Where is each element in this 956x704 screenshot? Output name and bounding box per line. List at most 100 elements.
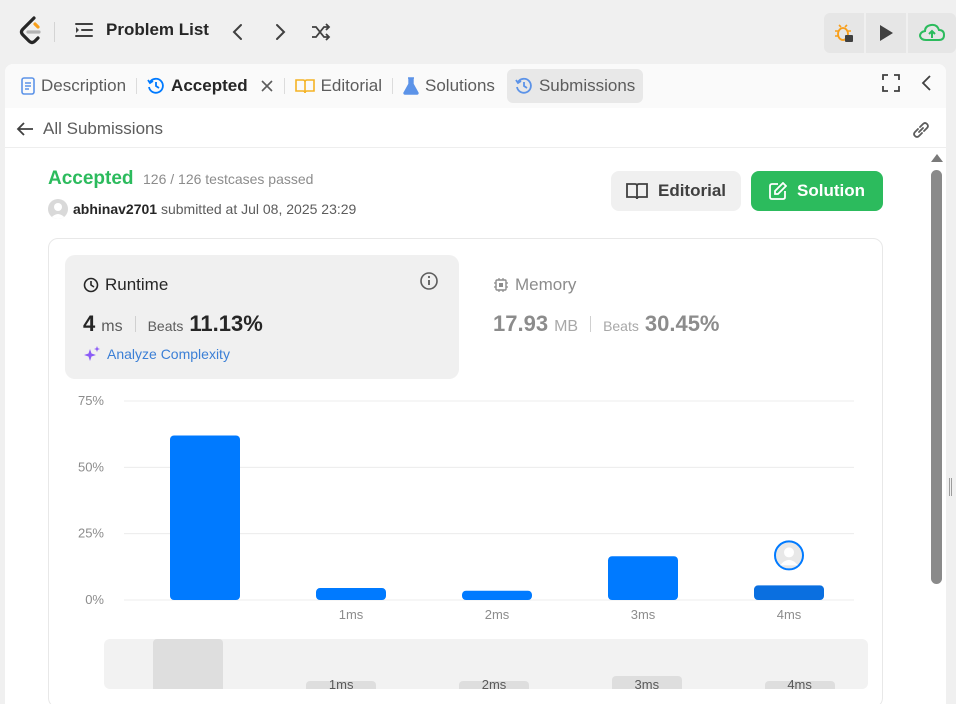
debug-button[interactable] (824, 13, 864, 53)
shuffle-icon[interactable] (310, 22, 332, 42)
minimap-label: 2ms (481, 677, 507, 689)
panel-resize-handle[interactable] (949, 478, 952, 496)
tab-description[interactable]: Description (13, 69, 134, 103)
editorial-button-label: Editorial (657, 181, 726, 200)
runtime-title-label: Runtime (105, 275, 169, 294)
memory-title-label: Memory (515, 275, 577, 294)
chevron-left-icon[interactable] (228, 22, 248, 42)
memory-title[interactable]: Memory (493, 275, 576, 295)
close-icon[interactable] (260, 79, 274, 93)
runtime-beats-label: Beats (147, 318, 184, 334)
tab-submissions-label: Submissions (538, 76, 636, 95)
editorial-button[interactable]: Editorial (611, 171, 741, 211)
submission-header: All Submissions (5, 110, 946, 148)
sparkle-icon (84, 346, 100, 361)
submission-status: Accepted (48, 168, 134, 189)
chevron-right-icon[interactable] (270, 22, 290, 42)
tab-bar: Description Accepted Editorial Solutions… (5, 64, 946, 108)
book-icon (626, 183, 648, 200)
performance-card: Runtime 4 ms Beats 11.13% Analyze Comple… (48, 238, 883, 704)
history-icon (147, 77, 164, 94)
tab-divider (392, 78, 393, 94)
y-tick-label: 75% (78, 393, 104, 408)
divider (54, 22, 55, 42)
panel-controls (882, 74, 936, 92)
minimap-label: 3ms (634, 677, 660, 689)
runtime-value: 4 (83, 311, 96, 336)
solution-button-label: Solution (797, 181, 865, 200)
problem-list-label: Problem List (106, 20, 209, 39)
tab-editorial[interactable]: Editorial (287, 69, 390, 103)
x-tick-label: 4ms (777, 607, 802, 622)
author-name[interactable]: abhinav2701 (73, 201, 157, 217)
chart-bar[interactable] (608, 556, 678, 600)
link-icon[interactable] (910, 119, 932, 141)
x-tick-label: 1ms (339, 607, 364, 622)
submission-panel: Description Accepted Editorial Solutions… (5, 64, 946, 704)
run-controls (824, 13, 956, 53)
top-bar: Problem List (0, 0, 956, 62)
collapse-chevron-icon[interactable] (918, 74, 936, 92)
leetcode-logo[interactable] (18, 16, 44, 46)
runtime-distribution-chart[interactable]: 75% 50% 25% 0% 1ms 2ms 3ms 4ms (49, 389, 882, 639)
book-icon (294, 79, 315, 94)
submitted-time: submitted at Jul 08, 2025 23:29 (160, 201, 357, 217)
memory-beats-value: 30.45% (644, 311, 720, 336)
divider (134, 316, 136, 332)
runtime-panel[interactable]: Runtime 4 ms Beats 11.13% Analyze Comple… (65, 255, 459, 379)
chart-bar[interactable] (170, 435, 240, 600)
runtime-title: Runtime (83, 275, 168, 295)
run-icon (880, 25, 893, 41)
solution-button[interactable]: Solution (751, 171, 883, 211)
tab-divider (283, 78, 285, 94)
x-tick-label: 3ms (631, 607, 656, 622)
analyze-complexity-link[interactable]: Analyze Complexity (83, 345, 230, 363)
submit-button[interactable] (908, 13, 956, 53)
chart-bar[interactable] (316, 588, 386, 600)
list-icon (75, 23, 93, 37)
debug-icon (835, 24, 853, 42)
memory-unit: MB (554, 318, 579, 335)
testcases-passed: 126 / 126 testcases passed (143, 171, 314, 187)
chart-minimap[interactable]: 1ms 2ms 3ms 4ms (104, 639, 868, 689)
minimap-label: 1ms (328, 677, 354, 689)
run-button[interactable] (866, 13, 906, 53)
problem-list-button[interactable]: Problem List (74, 20, 209, 40)
divider (590, 316, 592, 332)
minimap-bar (153, 639, 224, 689)
flask-icon (403, 77, 419, 95)
chip-icon (494, 278, 508, 292)
scrollbar-thumb[interactable] (931, 170, 942, 584)
x-tick-label: 2ms (485, 607, 510, 622)
runtime-beats-value: 11.13% (189, 311, 263, 336)
maximize-icon[interactable] (882, 74, 900, 92)
avatar[interactable] (48, 199, 68, 219)
description-icon (21, 77, 35, 95)
arrow-left-icon[interactable] (15, 119, 35, 139)
clock-icon (83, 277, 99, 293)
tab-accepted[interactable]: Accepted (139, 69, 282, 103)
user-icon (50, 203, 66, 219)
memory-value-row: 17.93 MB Beats 30.45% (493, 311, 720, 337)
runtime-unit: ms (101, 318, 123, 335)
scroll-up-arrow[interactable] (931, 154, 943, 162)
y-tick-label: 50% (78, 459, 104, 474)
runtime-value-row: 4 ms Beats 11.13% (83, 311, 263, 337)
tab-description-label: Description (41, 76, 127, 95)
analyze-complexity-label: Analyze Complexity (107, 346, 230, 362)
history-icon (515, 77, 532, 94)
tab-editorial-label: Editorial (320, 76, 382, 95)
tab-solutions[interactable]: Solutions (395, 69, 503, 103)
submit-cloud-icon (919, 23, 945, 41)
tab-submissions[interactable]: Submissions (506, 69, 644, 103)
y-tick-label: 0% (85, 592, 104, 607)
user-avatar-head (784, 547, 794, 558)
tab-accepted-label: Accepted (171, 76, 248, 95)
memory-beats-label: Beats (603, 318, 639, 334)
info-icon[interactable] (419, 271, 439, 291)
edit-icon (769, 182, 787, 200)
tab-solutions-label: Solutions (425, 76, 495, 95)
chart-bar[interactable] (462, 590, 532, 600)
all-submissions-link[interactable]: All Submissions (43, 119, 163, 139)
chart-bar[interactable] (754, 585, 824, 600)
